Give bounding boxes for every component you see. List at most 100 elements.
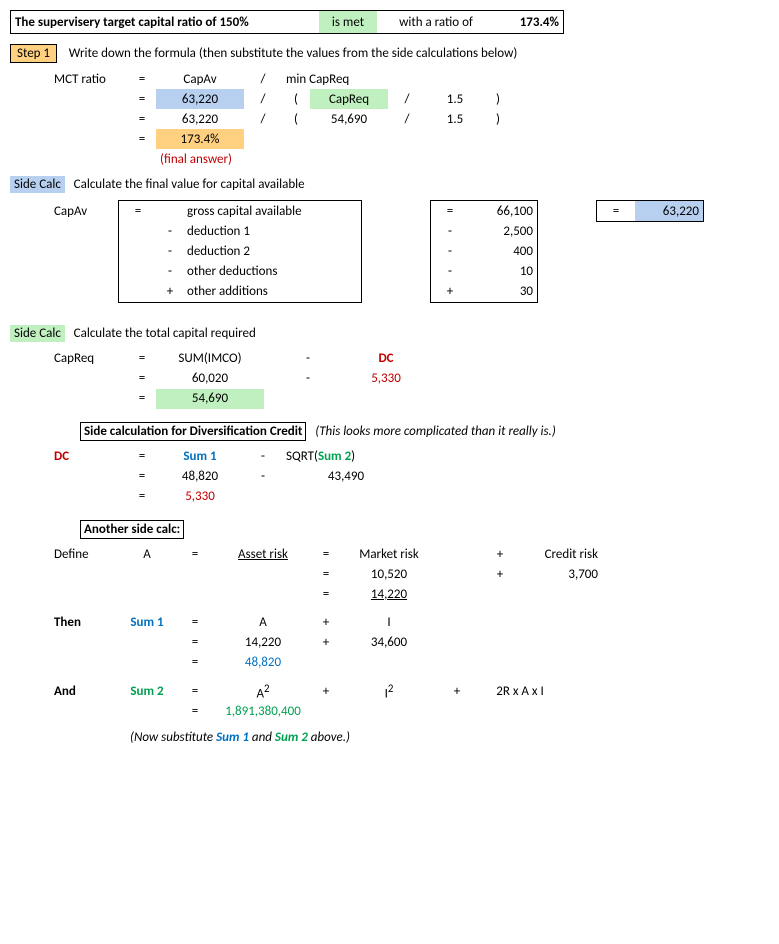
eq: = — [312, 545, 340, 565]
sum2-result: 1,891,380,400 — [214, 702, 312, 722]
plus: + — [486, 545, 514, 565]
final-result: 173.4% — [156, 129, 244, 149]
val: 66,100 — [469, 201, 538, 222]
sum2-table: And Sum 2 = A2 + I2 + 2R x A x I = 1,891… — [50, 681, 564, 722]
op: + — [431, 282, 470, 303]
op: - — [431, 242, 470, 262]
val: 10 — [469, 262, 538, 282]
close-paren: ) — [484, 109, 512, 129]
credit-risk: Credit risk — [514, 545, 602, 565]
header-ratio: 173.4% — [495, 11, 563, 33]
eq: = — [312, 585, 340, 605]
mincapreq: min CapReq — [282, 69, 512, 89]
eq: = — [176, 681, 214, 702]
v1: 48,820 — [156, 467, 244, 487]
eq: = — [128, 467, 156, 487]
eq: = — [128, 389, 156, 409]
A: A — [214, 613, 312, 633]
dc-title-row: Side calculation for Diversification Cre… — [80, 424, 770, 439]
capav-value2: 63,220 — [156, 109, 244, 129]
plus: + — [486, 565, 514, 585]
minus: - — [157, 222, 183, 242]
header-text2: with a ratio of — [377, 11, 495, 33]
eq: = — [128, 349, 156, 369]
a2: A2 — [214, 681, 312, 702]
step1-desc: Write down the formula (then substitute … — [69, 46, 518, 61]
op: = — [431, 201, 470, 222]
sidecalc2-desc: Calculate the total capital required — [74, 326, 256, 341]
dc-val: 5,330 — [352, 369, 420, 389]
op: - — [431, 262, 470, 282]
sidecalc2-block: Side Calc Calculate the total capital re… — [10, 326, 770, 341]
define-table: Define A = Asset risk = Market risk + Cr… — [50, 545, 602, 605]
slash: / — [244, 109, 282, 129]
minus: - — [264, 369, 352, 389]
eq: = — [128, 487, 156, 507]
sum1-result: 48,820 — [214, 653, 312, 673]
final-note: (final answer) — [156, 149, 310, 169]
eq: = — [176, 545, 214, 565]
slash: / — [244, 89, 282, 109]
dc-title: Side calculation for Diversification Cre… — [80, 422, 306, 441]
onefive: 1.5 — [426, 89, 484, 109]
eq: = — [119, 201, 158, 222]
eq: = — [176, 633, 214, 653]
plus: + — [312, 633, 340, 653]
mct-table: MCT ratio = CapAv / min CapReq = 63,220 … — [50, 69, 512, 169]
capreq-label: CapReq — [50, 349, 128, 369]
mr-val: 10,520 — [340, 565, 438, 585]
capav-result: 63,220 — [635, 201, 704, 222]
another-title-row: Another side calc: — [80, 522, 770, 537]
dc-label: DC — [352, 349, 420, 369]
capav-label: CapAv — [156, 69, 244, 89]
eq: = — [128, 89, 156, 109]
v2: 43,490 — [282, 467, 410, 487]
status-cell: is met — [319, 11, 377, 33]
eq: = — [176, 613, 214, 633]
eq: = — [597, 201, 636, 222]
open-paren: ( — [282, 109, 310, 129]
capreq-table: CapReq = SUM(IMCO) - DC = 60,020 - 5,330… — [50, 349, 420, 409]
eq: = — [176, 702, 214, 722]
eq: = — [128, 447, 156, 467]
define: Define — [50, 545, 118, 565]
row5-text: other additions — [183, 282, 362, 303]
capreq-value: 54,690 — [310, 109, 388, 129]
then: Then — [50, 613, 118, 633]
A: A — [118, 545, 176, 565]
val: 30 — [469, 282, 538, 303]
sum1: Sum 1 — [156, 447, 244, 467]
sidecalc1-tag: Side Calc — [10, 176, 65, 193]
minus: - — [157, 242, 183, 262]
I: I — [340, 613, 438, 633]
rax: 2R x A x I — [476, 681, 564, 702]
row3-text: deduction 2 — [183, 242, 362, 262]
dc-note: (This looks more complicated than it rea… — [315, 424, 556, 439]
capreq-result: 54,690 — [156, 389, 264, 409]
sum1-table: Then Sum 1 = A + I = 14,220 + 34,600 = 4… — [50, 613, 438, 673]
v1: 60,020 — [156, 369, 264, 389]
row2-text: deduction 1 — [183, 222, 362, 242]
div: / — [388, 89, 426, 109]
capav-value: 63,220 — [156, 89, 244, 109]
dc-result: 5,330 — [156, 487, 244, 507]
step1-label: Step 1 — [10, 44, 57, 63]
i2: I2 — [340, 681, 438, 702]
eq: = — [128, 129, 156, 149]
capav-label: CapAv — [50, 201, 119, 222]
cr-val: 3,700 — [514, 565, 602, 585]
mct-label: MCT ratio — [50, 69, 128, 89]
capreq-label: CapReq — [310, 89, 388, 109]
row1-text: gross capital available — [183, 201, 362, 222]
sum1: Sum 1 — [118, 613, 176, 633]
capav-table: CapAv = gross capital available = 66,100… — [50, 200, 704, 303]
sumimco: SUM(IMCO) — [156, 349, 264, 369]
val: 400 — [469, 242, 538, 262]
dc-label: DC — [50, 447, 128, 467]
header-bar: The supervisery target capital ratio of … — [10, 10, 564, 34]
close-paren: ) — [484, 89, 512, 109]
plus: + — [157, 282, 183, 303]
a-total: 14,220 — [340, 585, 438, 605]
minus: - — [157, 262, 183, 282]
dc-table: DC = Sum 1 - SQRT(Sum 2) = 48,820 - 43,4… — [50, 447, 410, 507]
